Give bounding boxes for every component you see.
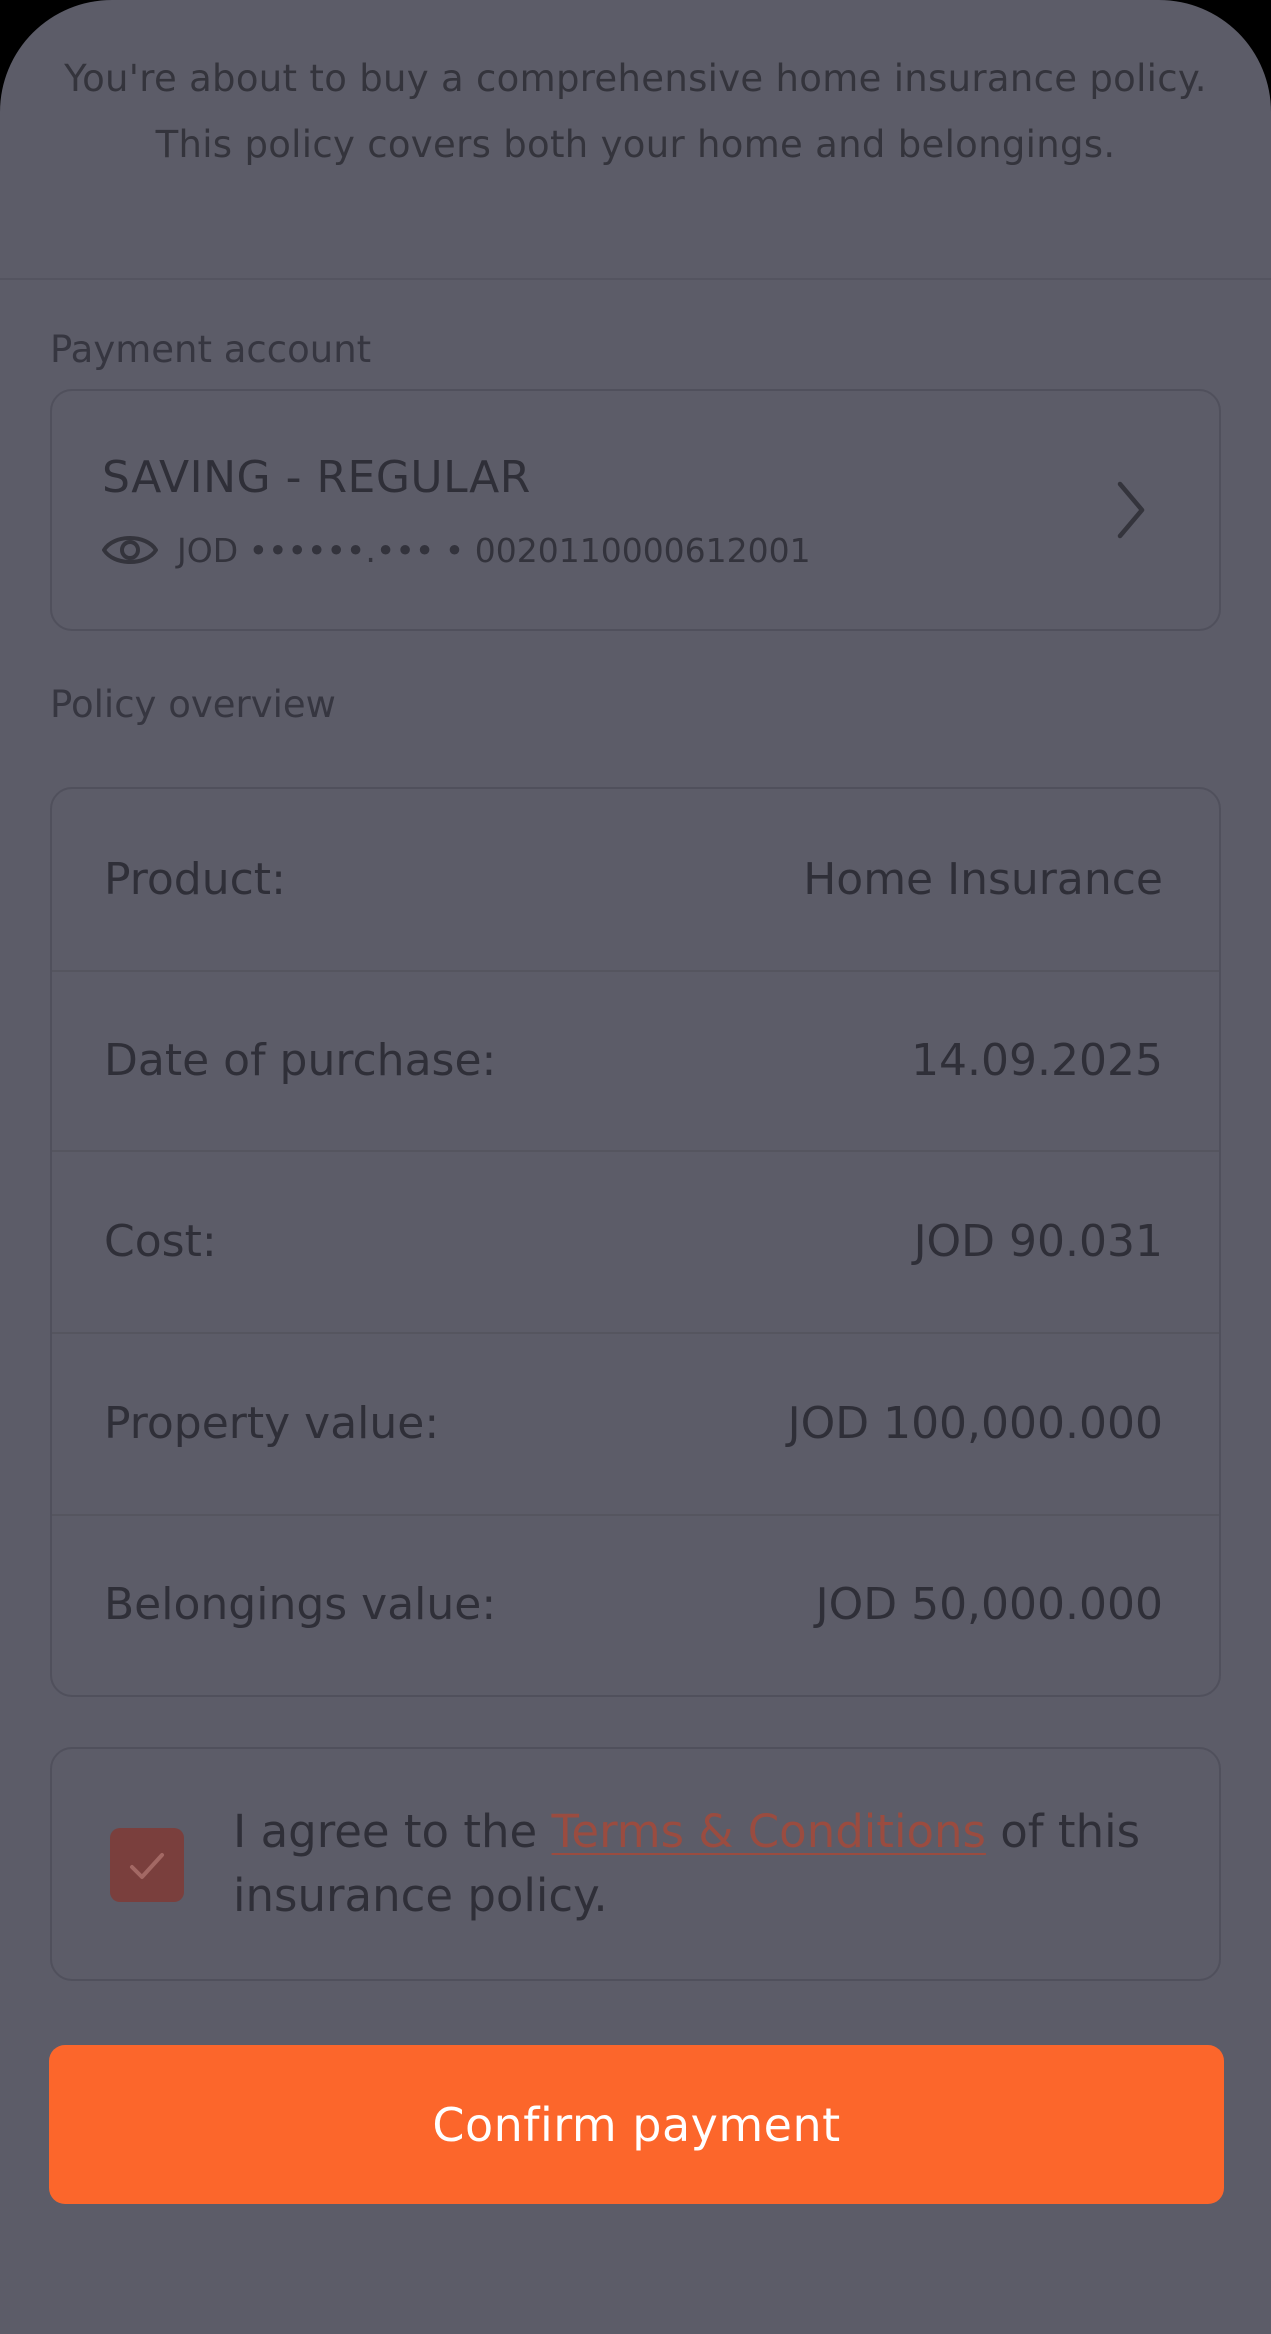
account-masked-balance: JOD ••••••.••• • 0020110000612001 [177,531,811,570]
checkmark-icon [130,1853,164,1879]
chevron-right-icon[interactable] [1110,478,1150,542]
account-name: SAVING - REGULAR [102,452,531,503]
row-value: 14.09.2025 [911,1035,1163,1086]
overview-row-date-of-purchase: Date of purchase: 14.09.2025 [52,970,1219,1150]
overview-row-belongings-value: Belongings value: JOD 50,000.000 [52,1514,1219,1694]
row-value: JOD 50,000.000 [815,1579,1163,1630]
divider [0,278,1271,280]
overview-row-cost: Cost: JOD 90.031 [52,1151,1219,1331]
row-label: Belongings value: [104,1579,497,1630]
payment-account-label: Payment account [50,328,372,371]
row-label: Cost: [104,1216,217,1267]
policy-overview-label: Policy overview [50,683,336,726]
overview-row-property-value: Property value: JOD 100,000.000 [52,1333,1219,1513]
overview-row-product: Product: Home Insurance [52,789,1219,969]
bottom-sheet: You're about to buy a comprehensive home… [0,0,1271,2334]
row-value: JOD 100,000.000 [787,1398,1163,1449]
row-value: Home Insurance [803,854,1163,905]
payment-account-card[interactable] [50,389,1221,631]
row-label: Product: [104,854,286,905]
confirm-payment-button[interactable]: Confirm payment [49,2045,1224,2204]
terms-prefix: I agree to the [233,1805,552,1858]
terms-checkbox[interactable] [110,1828,184,1902]
row-value: JOD 90.031 [913,1216,1163,1267]
row-label: Property value: [104,1398,440,1449]
intro-text: You're about to buy a comprehensive home… [64,57,1207,166]
eye-icon[interactable] [100,523,160,577]
terms-conditions-link[interactable]: Terms & Conditions [552,1805,986,1858]
row-label: Date of purchase: [104,1035,497,1086]
terms-text: I agree to the Terms & Conditions of thi… [233,1800,1193,1928]
